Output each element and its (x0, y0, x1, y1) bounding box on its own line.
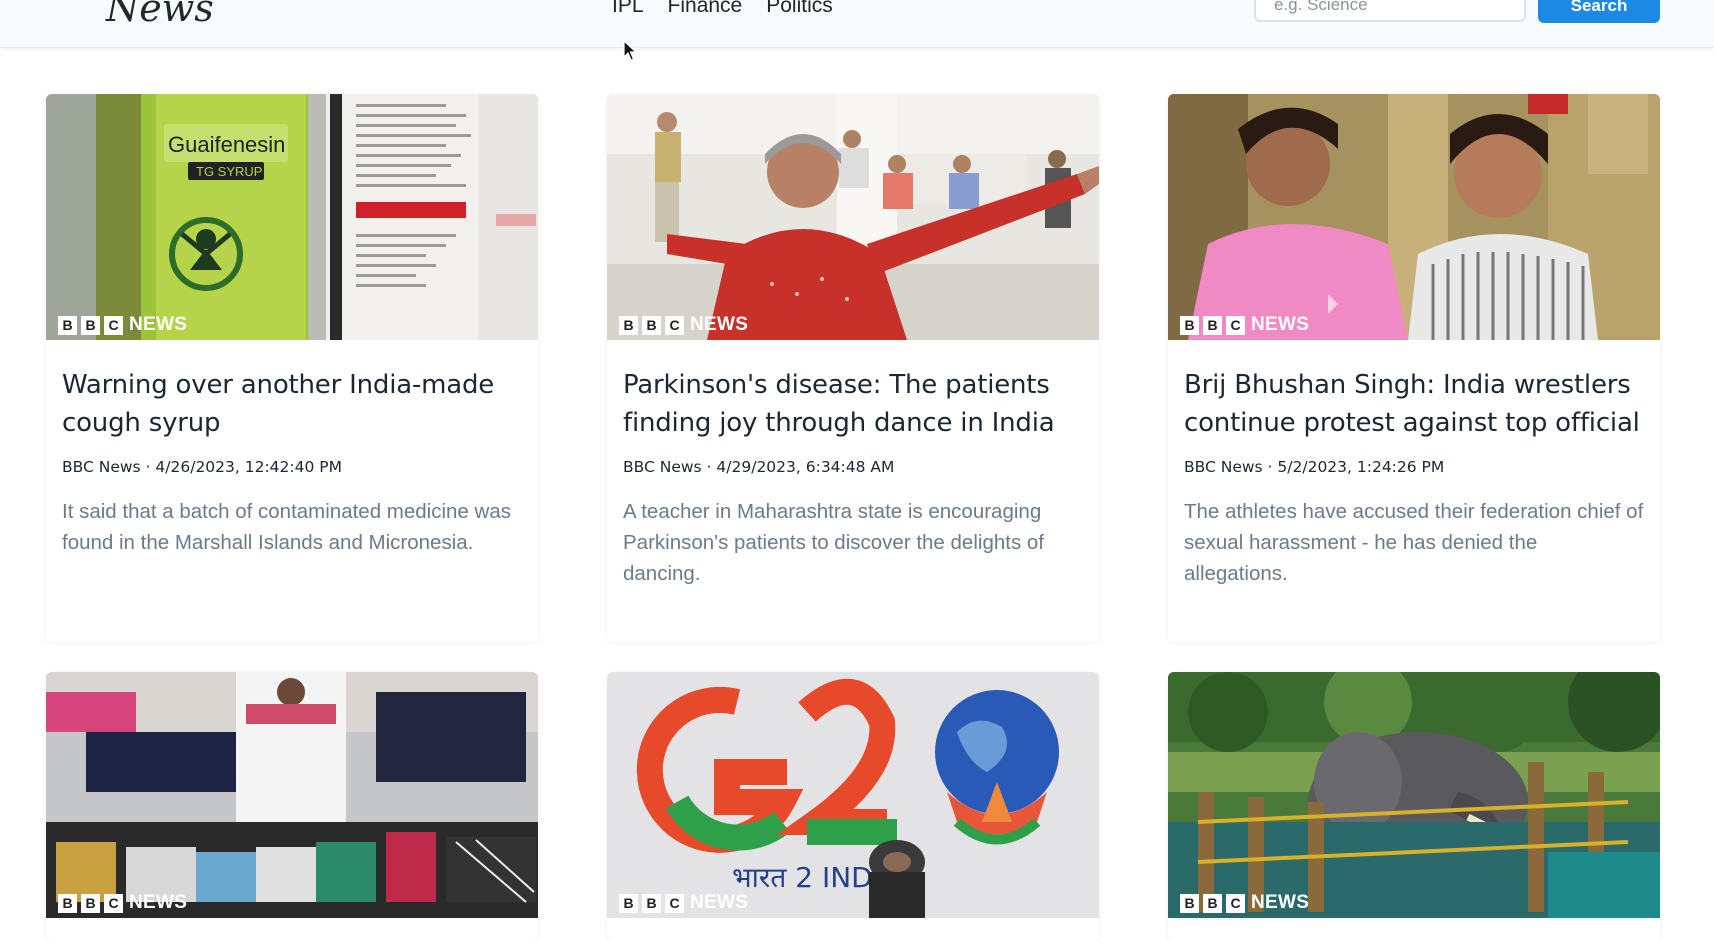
article-card[interactable]: B B C NEWS (46, 672, 538, 942)
article-body: Parkinson's disease: The patients findin… (607, 340, 1099, 589)
g20-logo-image: भारत 2 INDIA (607, 672, 1099, 918)
article-meta: BBC News · 4/26/2023, 12:42:40 PM (62, 458, 342, 476)
dance-class-image (607, 94, 1099, 340)
wrestlers-protest-image (1168, 94, 1660, 340)
bbc-news-label: NEWS (1251, 892, 1310, 913)
bbc-letter: C (665, 315, 684, 335)
nav-link-politics[interactable]: Politics (766, 0, 833, 18)
article-thumbnail[interactable]: B B C NEWS (46, 672, 538, 918)
article-title[interactable]: Brij Bhushan Singh: India wrestlers cont… (1184, 366, 1644, 442)
article-title[interactable]: Warning over another India-made cough sy… (62, 366, 522, 442)
article-description: It said that a batch of contaminated med… (62, 500, 511, 554)
article-thumbnail[interactable]: भारत 2 INDIA B B C NEWS (607, 672, 1099, 918)
nav-link-ipl[interactable]: IPL (612, 0, 644, 18)
bbc-news-label: NEWS (690, 892, 749, 913)
nav-links: IPL Finance Politics (612, 0, 833, 18)
article-thumbnail[interactable]: B B C NEWS (1168, 94, 1660, 340)
bbc-letter: B (81, 315, 100, 335)
article-meta: BBC News · 4/29/2023, 6:34:48 AM (623, 458, 895, 476)
bbc-letter: B (642, 315, 661, 335)
article-thumbnail[interactable]: B B C NEWS (607, 94, 1099, 340)
bbc-news-label: NEWS (1251, 314, 1310, 335)
site-logo[interactable]: News (106, 0, 214, 30)
svg-text:TG SYRUP: TG SYRUP (196, 164, 262, 179)
search-input[interactable] (1254, 0, 1526, 22)
bbc-letter: B (1203, 893, 1222, 913)
bbc-letter: C (104, 315, 123, 335)
hospital-newborns-image (46, 672, 538, 918)
bbc-news-badge: B B C NEWS (58, 314, 187, 336)
article-card[interactable]: B B C NEWS (1168, 672, 1660, 942)
bbc-letter: B (619, 315, 638, 335)
bbc-letter: B (58, 893, 77, 913)
article-card[interactable]: B B C NEWS Brij Bhushan Singh: India wre… (1168, 94, 1660, 642)
article-body: Brij Bhushan Singh: India wrestlers cont… (1168, 340, 1660, 589)
mouse-cursor-icon (623, 40, 637, 61)
bbc-letter: C (104, 893, 123, 913)
article-description: The athletes have accused their federati… (1184, 500, 1644, 585)
bbc-letter: C (1226, 893, 1245, 913)
article-title[interactable]: Parkinson's disease: The patients findin… (623, 366, 1083, 442)
bbc-news-label: NEWS (129, 892, 188, 913)
bbc-letter: B (58, 315, 77, 335)
article-thumbnail[interactable]: Guaifenesin TG SYRUP B B C NEWS (46, 94, 538, 340)
article-body: Warning over another India-made cough sy… (46, 340, 538, 558)
article-card[interactable]: B B C NEWS Parkinson's disease: The pati… (607, 94, 1099, 642)
bbc-news-label: NEWS (690, 314, 749, 335)
bbc-news-label: NEWS (129, 314, 188, 335)
bbc-news-badge: B B C NEWS (1180, 314, 1309, 336)
top-navbar: News IPL Finance Politics Search (0, 0, 1714, 48)
bbc-letter: B (1203, 315, 1222, 335)
bbc-news-badge: B B C NEWS (619, 314, 748, 336)
bbc-letter: B (642, 893, 661, 913)
bbc-letter: B (1180, 315, 1199, 335)
article-meta: BBC News · 5/2/2023, 1:24:26 PM (1184, 458, 1445, 476)
nav-link-finance[interactable]: Finance (668, 0, 743, 18)
article-thumbnail[interactable]: B B C NEWS (1168, 672, 1660, 918)
search-button[interactable]: Search (1538, 0, 1660, 23)
article-card[interactable]: भारत 2 INDIA B B C NEWS (607, 672, 1099, 942)
cough-syrup-image: Guaifenesin TG SYRUP (46, 94, 538, 340)
bbc-letter: B (619, 893, 638, 913)
bbc-news-badge: B B C NEWS (58, 892, 187, 914)
elephant-truck-image (1168, 672, 1660, 918)
bbc-news-badge: B B C NEWS (1180, 892, 1309, 914)
article-description: A teacher in Maharashtra state is encour… (623, 500, 1044, 585)
bbc-letter: B (81, 893, 100, 913)
svg-text:Guaifenesin: Guaifenesin (168, 132, 285, 157)
bbc-letter: B (1180, 893, 1199, 913)
bbc-news-badge: B B C NEWS (619, 892, 748, 914)
bbc-letter: C (665, 893, 684, 913)
article-card[interactable]: Guaifenesin TG SYRUP B B C NEWS Warning … (46, 94, 538, 642)
bbc-letter: C (1226, 315, 1245, 335)
